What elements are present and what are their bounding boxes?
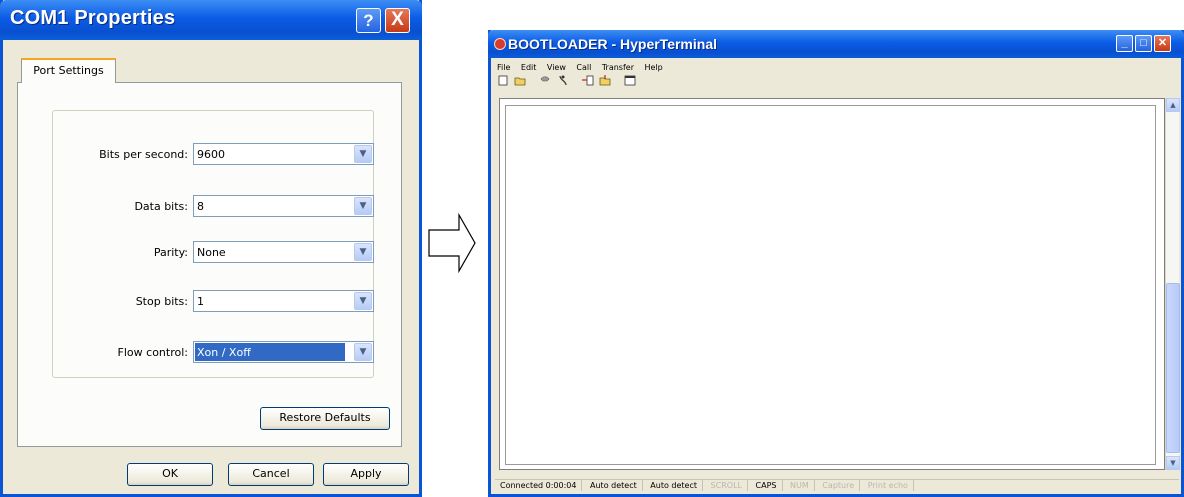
dialog-title: COM1 Properties (10, 7, 176, 29)
parity-select[interactable]: None ▼ (193, 241, 374, 263)
status-scroll: SCROLL (706, 480, 748, 491)
data-bits-row: Data bits: 8 ▼ (53, 195, 375, 219)
scroll-thumb[interactable] (1166, 283, 1180, 453)
com1-properties-dialog: COM1 Properties ? X Bits per second: 960… (0, 0, 422, 497)
bits-per-second-label: Bits per second: (99, 148, 188, 161)
status-detect-speed: Auto detect (585, 480, 643, 491)
menu-bar: File Edit View Call Transfer Help (497, 60, 670, 72)
status-bar: Connected 0:00:04 Auto detect Auto detec… (495, 479, 1179, 493)
chevron-down-icon[interactable]: ▼ (354, 197, 372, 215)
apply-button[interactable]: Apply (323, 463, 409, 486)
menu-view[interactable]: View (547, 63, 566, 72)
chevron-down-icon[interactable]: ▼ (354, 145, 372, 163)
window-title: BOOTLOADER - HyperTerminal (508, 36, 717, 52)
menu-edit[interactable]: Edit (521, 63, 537, 72)
status-caps: CAPS (751, 480, 783, 491)
window-title-bar[interactable]: BOOTLOADER - HyperTerminal _ □ ✕ (488, 30, 1184, 58)
flow-control-row: Flow control: Xon / Xoff ▼ (53, 341, 375, 365)
status-print-echo: Print echo (863, 480, 914, 491)
status-detect-format: Auto detect (645, 480, 703, 491)
terminal-screen[interactable] (505, 105, 1156, 465)
bits-per-second-value: 9600 (197, 148, 225, 161)
open-icon[interactable] (514, 75, 526, 86)
parity-label: Parity: (153, 246, 188, 259)
menu-file[interactable]: File (497, 63, 510, 72)
bits-per-second-row: Bits per second: 9600 ▼ (53, 143, 375, 167)
stop-bits-row: Stop bits: 1 ▼ (53, 290, 375, 314)
data-bits-label: Data bits: (134, 200, 188, 213)
hyperterminal-window: BOOTLOADER - HyperTerminal _ □ ✕ File Ed… (488, 30, 1184, 497)
terminal-frame (499, 98, 1165, 470)
receive-icon[interactable] (599, 75, 611, 86)
maximize-icon[interactable]: □ (1135, 35, 1152, 52)
status-num: NUM (785, 480, 815, 491)
properties-icon[interactable] (624, 75, 636, 86)
stop-bits-value: 1 (197, 295, 204, 308)
chevron-down-icon[interactable]: ▼ (354, 292, 372, 310)
flow-control-label: Flow control: (117, 346, 188, 359)
settings-group: Bits per second: 9600 ▼ Data bits: 8 ▼ P… (52, 110, 374, 378)
status-capture: Capture (817, 480, 861, 491)
close-button[interactable]: X (385, 8, 410, 33)
status-connected: Connected 0:00:04 (495, 480, 583, 491)
close-icon[interactable]: ✕ (1154, 35, 1171, 52)
flow-control-select[interactable]: Xon / Xoff ▼ (193, 341, 374, 363)
toolbar (497, 75, 638, 89)
menu-call[interactable]: Call (576, 63, 591, 72)
tab-port-settings[interactable]: Port Settings (21, 58, 116, 83)
data-bits-select[interactable]: 8 ▼ (193, 195, 374, 217)
stop-bits-label: Stop bits: (135, 295, 188, 308)
stop-bits-select[interactable]: 1 ▼ (193, 290, 374, 312)
parity-value: None (197, 246, 226, 259)
disconnect-icon[interactable] (557, 75, 569, 86)
close-icon: X (391, 9, 404, 30)
help-button[interactable]: ? (356, 8, 381, 33)
vertical-scrollbar[interactable]: ▲ ▼ (1165, 98, 1180, 470)
arrow-right-icon (428, 213, 476, 273)
chevron-down-icon[interactable]: ▼ (354, 243, 372, 261)
send-icon[interactable] (581, 75, 594, 86)
new-icon[interactable] (497, 75, 509, 86)
scroll-up-icon[interactable]: ▲ (1166, 98, 1180, 112)
restore-defaults-button[interactable]: Restore Defaults (260, 407, 390, 430)
data-bits-value: 8 (197, 200, 204, 213)
call-icon[interactable] (539, 75, 551, 86)
minimize-icon[interactable]: _ (1116, 35, 1133, 52)
hyperterminal-icon (494, 38, 506, 50)
bits-per-second-select[interactable]: 9600 ▼ (193, 143, 374, 165)
cancel-button[interactable]: Cancel (228, 463, 314, 486)
port-settings-panel: Bits per second: 9600 ▼ Data bits: 8 ▼ P… (17, 82, 402, 447)
chevron-down-icon[interactable]: ▼ (354, 343, 372, 361)
scroll-down-icon[interactable]: ▼ (1166, 456, 1180, 470)
menu-help[interactable]: Help (644, 63, 662, 72)
parity-row: Parity: None ▼ (53, 241, 375, 265)
menu-transfer[interactable]: Transfer (602, 63, 634, 72)
ok-button[interactable]: OK (127, 463, 213, 486)
flow-control-value: Xon / Xoff (195, 343, 345, 361)
dialog-title-bar[interactable]: COM1 Properties ? X (0, 0, 422, 40)
